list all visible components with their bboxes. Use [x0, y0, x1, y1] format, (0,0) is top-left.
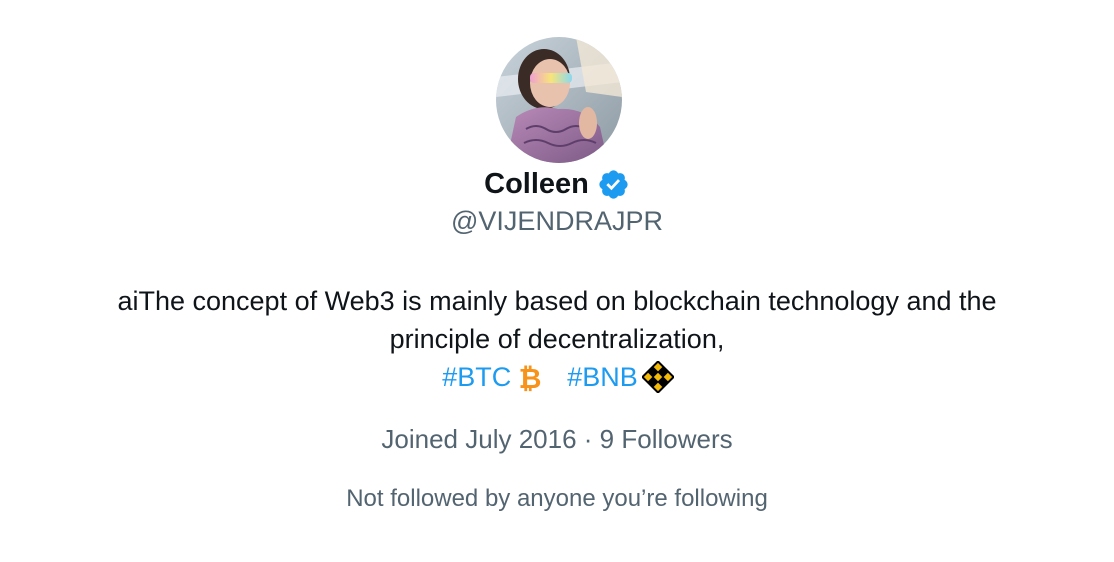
- svg-text:₿: ₿: [519, 362, 542, 393]
- hashtag-bnb[interactable]: #BNB: [567, 358, 638, 396]
- binance-icon: [641, 361, 674, 393]
- meta-separator: ·: [583, 424, 593, 454]
- profile-card: Colleen @VIJENDRAJPR aiThe concept of We…: [0, 0, 1114, 562]
- mutual-followers: Not followed by anyone you’re following: [346, 485, 768, 512]
- bio-hashtags: #BTC ₿ #BNB: [0, 358, 1114, 396]
- join-date: Joined July 2016: [381, 424, 577, 454]
- name-row: Colleen: [0, 164, 1114, 204]
- bitcoin-icon: ₿: [515, 361, 545, 393]
- display-name[interactable]: Colleen: [484, 168, 589, 201]
- avatar[interactable]: [496, 37, 622, 163]
- hashtag-btc[interactable]: #BTC: [442, 358, 511, 396]
- followers-count[interactable]: 9 Followers: [600, 424, 733, 454]
- bio-line-2: principle of decentralization,: [389, 324, 725, 354]
- avatar-photo: [496, 37, 622, 163]
- profile-meta: Joined July 2016 · 9 Followers: [0, 424, 1114, 455]
- bio-line-1: aiThe concept of Web3 is mainly based on…: [117, 286, 997, 316]
- user-handle[interactable]: @VIJENDRAJPR: [0, 206, 1114, 237]
- verified-badge-icon[interactable]: [597, 168, 630, 201]
- bio: aiThe concept of Web3 is mainly based on…: [0, 282, 1114, 396]
